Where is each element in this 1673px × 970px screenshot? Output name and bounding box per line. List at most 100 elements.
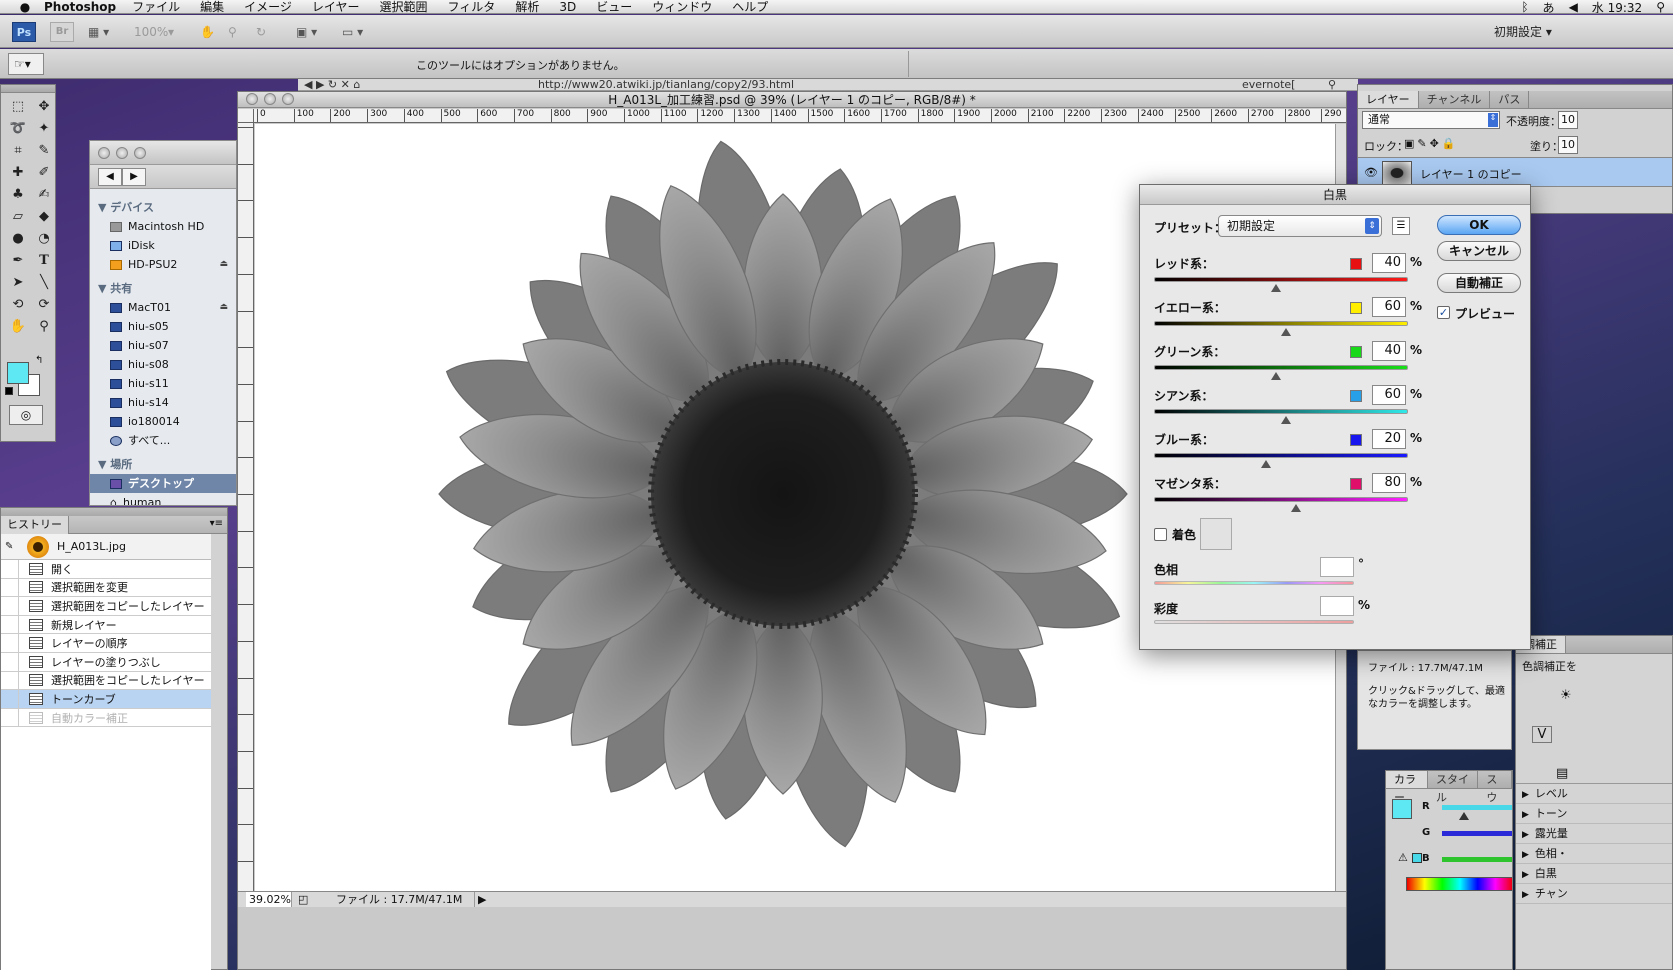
menu-edit[interactable]: 編集 [200, 0, 224, 13]
hand-tool-icon[interactable]: ✋ [200, 22, 215, 42]
channel-slider-thumb[interactable] [1281, 416, 1292, 424]
browser-url[interactable]: http://www20.atwiki.jp/tianlang/copy2/93… [538, 79, 794, 90]
channel-slider-track[interactable] [1154, 453, 1408, 458]
volume-icon[interactable]: ◀ [1569, 0, 1578, 13]
line-tool-icon[interactable]: ╲ [33, 273, 55, 293]
workspace-switcher[interactable]: 初期設定 ▾ [1494, 22, 1552, 42]
sidebar-item-hiu-s14[interactable]: hiu-s14 [90, 393, 236, 412]
history-source-box[interactable] [1, 652, 19, 671]
history-state-undone[interactable]: 自動カラー補正 [1, 708, 211, 728]
tab-layers[interactable]: レイヤー [1358, 91, 1419, 108]
3d-orbit-tool-icon[interactable]: ⟳ [33, 295, 55, 315]
sidebar-item-hiu-s07[interactable]: hiu-s07 [90, 336, 236, 355]
paint-bucket-tool-icon[interactable]: ◆ [33, 207, 55, 227]
channel-slider-thumb[interactable] [1260, 460, 1271, 468]
healing-brush-tool-icon[interactable]: ✚ [7, 163, 29, 183]
tint-checkbox[interactable] [1154, 528, 1167, 541]
preview-checkbox[interactable]: ✓ [1437, 306, 1450, 319]
type-tool-icon[interactable]: T [33, 251, 55, 271]
close-document-icon[interactable] [246, 93, 258, 105]
screen-mode-icon[interactable]: ▭ ▾ [342, 22, 363, 42]
apple-menu-icon[interactable]: ● [14, 0, 36, 13]
channel-slider-thumb[interactable] [1291, 504, 1302, 512]
history-source-box[interactable] [1, 634, 19, 653]
input-mode-indicator[interactable]: あ [1543, 0, 1555, 14]
tab-swatches[interactable]: スウ [1478, 771, 1512, 804]
tint-color-swatch[interactable] [1200, 518, 1232, 550]
channel-value-input[interactable]: 40 [1372, 341, 1406, 361]
history-state[interactable]: 選択範囲を変更 [1, 578, 211, 598]
disclosure-triangle-icon[interactable]: ▶ [1522, 810, 1529, 820]
channel-slider-track[interactable] [1154, 277, 1408, 282]
app-menu[interactable]: Photoshop [44, 0, 116, 13]
adjustment-preset-item[interactable]: ▶ 白黒 [1516, 864, 1672, 884]
menu-view[interactable]: ビュー [596, 0, 632, 13]
opacity-input[interactable]: 10 [1558, 111, 1578, 129]
history-source-box[interactable] [1, 596, 19, 615]
history-state[interactable]: 開く [1, 559, 211, 579]
zoom-dropdown-icon[interactable]: ▾ [168, 22, 174, 42]
status-arrow-icon[interactable]: ▶ [474, 892, 486, 907]
crop-tool-icon[interactable]: ⌗ [7, 141, 29, 161]
document-titlebar[interactable]: H_A013L_加工練習.psd @ 39% (レイヤー 1 のコピー, RGB… [238, 92, 1346, 108]
adjustment-preset-item[interactable]: ▶ レベル [1516, 784, 1672, 804]
history-state[interactable]: 新規レイヤー [1, 615, 211, 635]
hue-input[interactable] [1320, 557, 1354, 577]
eject-icon[interactable]: ⏏ [219, 255, 228, 274]
magic-wand-tool-icon[interactable]: ✦ [33, 119, 55, 139]
menu-window[interactable]: ウィンドウ [652, 0, 712, 13]
tools-panel-grip[interactable] [1, 85, 55, 93]
rotate-view-icon[interactable]: ↻ [256, 22, 266, 42]
foreground-color-swatch[interactable] [7, 362, 29, 384]
auto-button[interactable]: 自動補正 [1437, 273, 1521, 293]
history-state[interactable]: 選択範囲をコピーしたレイヤー [1, 596, 211, 616]
sidebar-item-desktop[interactable]: デスクトップ [90, 474, 236, 493]
history-state[interactable]: レイヤーの順序 [1, 634, 211, 653]
layer-name[interactable]: レイヤー 1 のコピー [1420, 166, 1522, 182]
quick-mask-button[interactable]: ◎ [9, 405, 43, 425]
preset-options-icon[interactable]: ☰ [1392, 217, 1410, 235]
channel-value-input[interactable]: 60 [1372, 297, 1406, 317]
history-source-box[interactable] [1, 615, 19, 634]
menu-analysis[interactable]: 解析 [515, 0, 539, 13]
3d-rotate-tool-icon[interactable]: ⟲ [7, 295, 29, 315]
history-source-box[interactable] [1, 578, 19, 597]
back-button[interactable]: ◀ [98, 168, 122, 186]
tab-channels[interactable]: チャンネル [1419, 91, 1491, 108]
cancel-button[interactable]: キャンセル [1437, 241, 1521, 261]
minimize-document-icon[interactable] [264, 93, 276, 105]
bridge-button[interactable]: Br [50, 22, 74, 42]
vertical-ruler[interactable] [238, 123, 254, 903]
menu-file[interactable]: ファイル [132, 0, 180, 13]
hue-slider-track[interactable] [1154, 581, 1354, 585]
hand-tool-icon[interactable]: ✋ [7, 317, 29, 337]
sidebar-item-hiu-s08[interactable]: hiu-s08 [90, 355, 236, 374]
eraser-tool-icon[interactable]: ▱ [7, 207, 29, 227]
adjust-channel-mixer-icon[interactable]: ▤ [1556, 766, 1568, 781]
swap-colors-icon[interactable]: ↰ [35, 355, 43, 366]
sidebar-item-mact01[interactable]: MacT01 ⏏ [90, 298, 236, 317]
channel-slider-thumb[interactable] [1281, 328, 1292, 336]
clone-stamp-tool-icon[interactable]: ♣ [7, 185, 29, 205]
channel-slider-track[interactable] [1154, 365, 1408, 370]
panel-menu-icon[interactable]: ▾≡ [210, 518, 223, 529]
ok-button[interactable]: OK [1437, 215, 1521, 235]
clock[interactable]: 水 19:32 [1592, 0, 1642, 14]
history-state[interactable]: レイヤーの塗りつぶし [1, 652, 211, 672]
channel-slider-thumb[interactable] [1270, 372, 1281, 380]
color-ramp[interactable] [1406, 877, 1512, 891]
browser-search-icon[interactable]: ⚲ [1328, 79, 1336, 90]
menu-select[interactable]: 選択範囲 [380, 0, 428, 13]
fill-input[interactable]: 10 [1558, 136, 1578, 154]
eyedropper-tool-icon[interactable]: ✎ [33, 141, 55, 161]
path-selection-tool-icon[interactable]: ➤ [7, 273, 29, 293]
sidebar-item-hd-psu2[interactable]: HD-PSU2 ⏏ [90, 255, 236, 274]
history-snapshot[interactable]: ✎ H_A013L.jpg [1, 534, 211, 560]
channel-value-input[interactable]: 40 [1372, 253, 1406, 273]
disclosure-triangle-icon[interactable]: ▶ [1522, 790, 1529, 800]
ps-logo-button[interactable]: Ps [12, 22, 36, 42]
adjustment-preset-item[interactable]: ▶ チャン [1516, 884, 1672, 904]
sidebar-item-idisk[interactable]: iDisk [90, 236, 236, 255]
color-channel-slider[interactable] [1442, 857, 1512, 862]
saturation-input[interactable] [1320, 596, 1354, 616]
